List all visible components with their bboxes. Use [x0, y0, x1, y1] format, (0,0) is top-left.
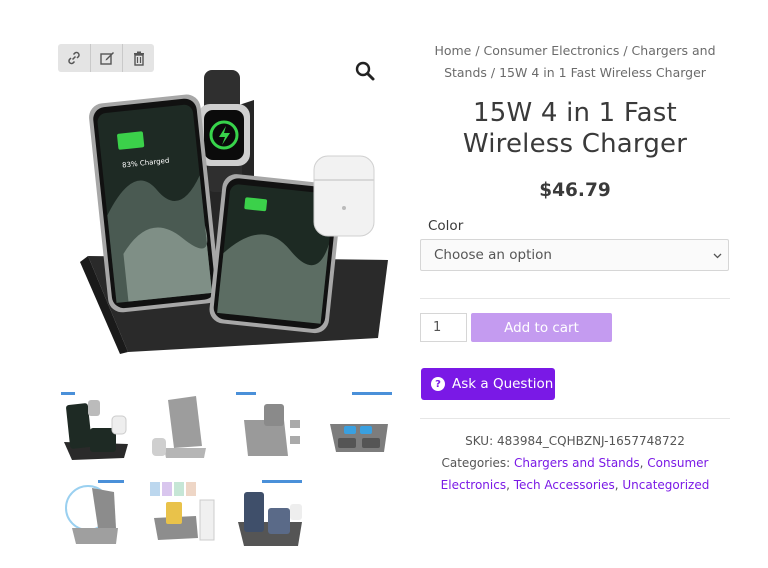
divider	[420, 298, 730, 299]
thumbnail-2[interactable]	[146, 390, 218, 464]
breadcrumb-separator: /	[486, 65, 500, 80]
ask-question-button[interactable]: ? Ask a Question	[421, 368, 555, 400]
question-icon: ?	[431, 377, 445, 391]
categories-label: Categories:	[441, 456, 511, 470]
divider	[420, 418, 730, 419]
add-to-cart-button[interactable]: Add to cart	[471, 313, 612, 342]
product-title: 15W 4 in 1 Fast Wireless Charger	[462, 98, 688, 159]
breadcrumb-current: 15W 4 in 1 Fast Wireless Charger	[499, 65, 706, 80]
categories-line: Categories: Chargers and Stands, Consume…	[440, 456, 710, 492]
chevron-down-icon	[713, 253, 722, 259]
sku-label: SKU:	[465, 434, 494, 448]
thumbnail-1[interactable]	[58, 390, 130, 464]
breadcrumb: Home / Consumer Electronics / Chargers a…	[420, 40, 730, 84]
thumbnail-3[interactable]	[234, 390, 306, 464]
thumbnail-7[interactable]	[234, 478, 306, 552]
main-product-image[interactable]: 83% Charged	[58, 40, 392, 378]
breadcrumb-home[interactable]: Home	[434, 43, 471, 58]
ask-question-label: Ask a Question	[452, 376, 554, 392]
breadcrumb-consumer-electronics[interactable]: Consumer Electronics	[484, 43, 620, 58]
thumbnail-4[interactable]	[322, 390, 394, 464]
thumbnail-6[interactable]	[146, 478, 218, 552]
product-price: $46.79	[539, 180, 611, 201]
sku-line: SKU: 483984_CQHBZNJ-1657748722	[420, 430, 730, 452]
category-link-tech-accessories[interactable]: Tech Accessories	[514, 478, 615, 492]
product-summary: Home / Consumer Electronics / Chargers a…	[420, 40, 730, 492]
charger-photo: 83% Charged	[80, 70, 388, 354]
quantity-input[interactable]: 1	[420, 313, 467, 342]
color-select[interactable]: Choose an option	[420, 239, 729, 271]
category-link-chargers-and-stands[interactable]: Chargers and Stands	[514, 456, 640, 470]
link-icon[interactable]	[58, 44, 90, 72]
trash-icon[interactable]	[122, 44, 154, 72]
image-toolbar	[58, 44, 154, 72]
color-select-value: Choose an option	[434, 247, 552, 263]
thumbnail-5[interactable]	[58, 478, 130, 552]
category-link-uncategorized[interactable]: Uncategorized	[622, 478, 709, 492]
zoom-icon[interactable]	[354, 60, 376, 82]
breadcrumb-separator: /	[619, 43, 632, 58]
breadcrumb-separator: /	[471, 43, 484, 58]
edit-icon[interactable]	[90, 44, 122, 72]
sku-value: 483984_CQHBZNJ-1657748722	[496, 434, 685, 448]
color-label: Color	[428, 218, 464, 234]
product-meta: SKU: 483984_CQHBZNJ-1657748722 Categorie…	[420, 430, 730, 496]
